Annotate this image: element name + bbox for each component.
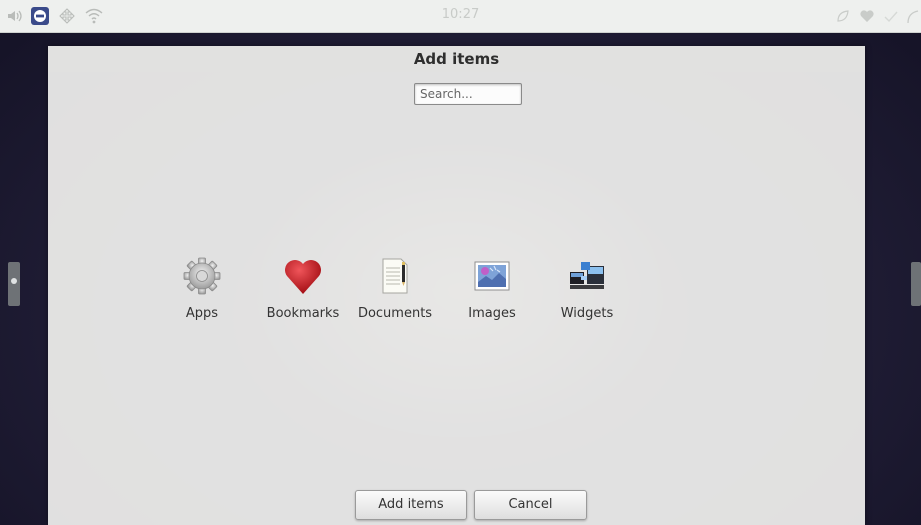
add-items-dialog: Add items Search... Apps Bookmarks Docum… [48, 46, 865, 525]
search-input[interactable] [414, 83, 522, 105]
item-label-bookmarks: Bookmarks [266, 306, 340, 321]
right-edge-handle[interactable] [911, 262, 921, 306]
gear-icon [182, 256, 222, 296]
dialog-title: Add items [413, 50, 500, 68]
widgets-icon [567, 256, 607, 296]
desktop-screen: 10:27 Add items Search... Apps Bookmarks… [0, 0, 921, 525]
cancel-button[interactable]: Cancel [474, 490, 587, 520]
heart-icon [858, 7, 876, 25]
heart-icon [283, 256, 323, 296]
item-label-documents: Documents [357, 306, 433, 321]
handle-dot-icon [11, 278, 17, 284]
item-widgets[interactable]: Widgets [542, 256, 632, 326]
status-clock: 10:27 [441, 7, 480, 22]
item-images[interactable]: Images [447, 256, 537, 326]
left-edge-handle[interactable] [8, 262, 20, 306]
item-bookmarks[interactable]: Bookmarks [258, 256, 348, 326]
check-icon [882, 7, 900, 25]
item-label-apps: Apps [185, 306, 219, 321]
document-icon [375, 256, 415, 296]
add-items-button[interactable]: Add items [355, 490, 467, 520]
item-label-images: Images [468, 306, 516, 321]
item-apps[interactable]: Apps [157, 256, 247, 326]
item-documents[interactable]: Documents [350, 256, 440, 326]
leaf-icon [834, 7, 852, 25]
arrow-icon [904, 7, 920, 25]
item-label-widgets: Widgets [560, 306, 614, 321]
image-icon [472, 256, 512, 296]
status-bar: 10:27 [0, 0, 921, 33]
